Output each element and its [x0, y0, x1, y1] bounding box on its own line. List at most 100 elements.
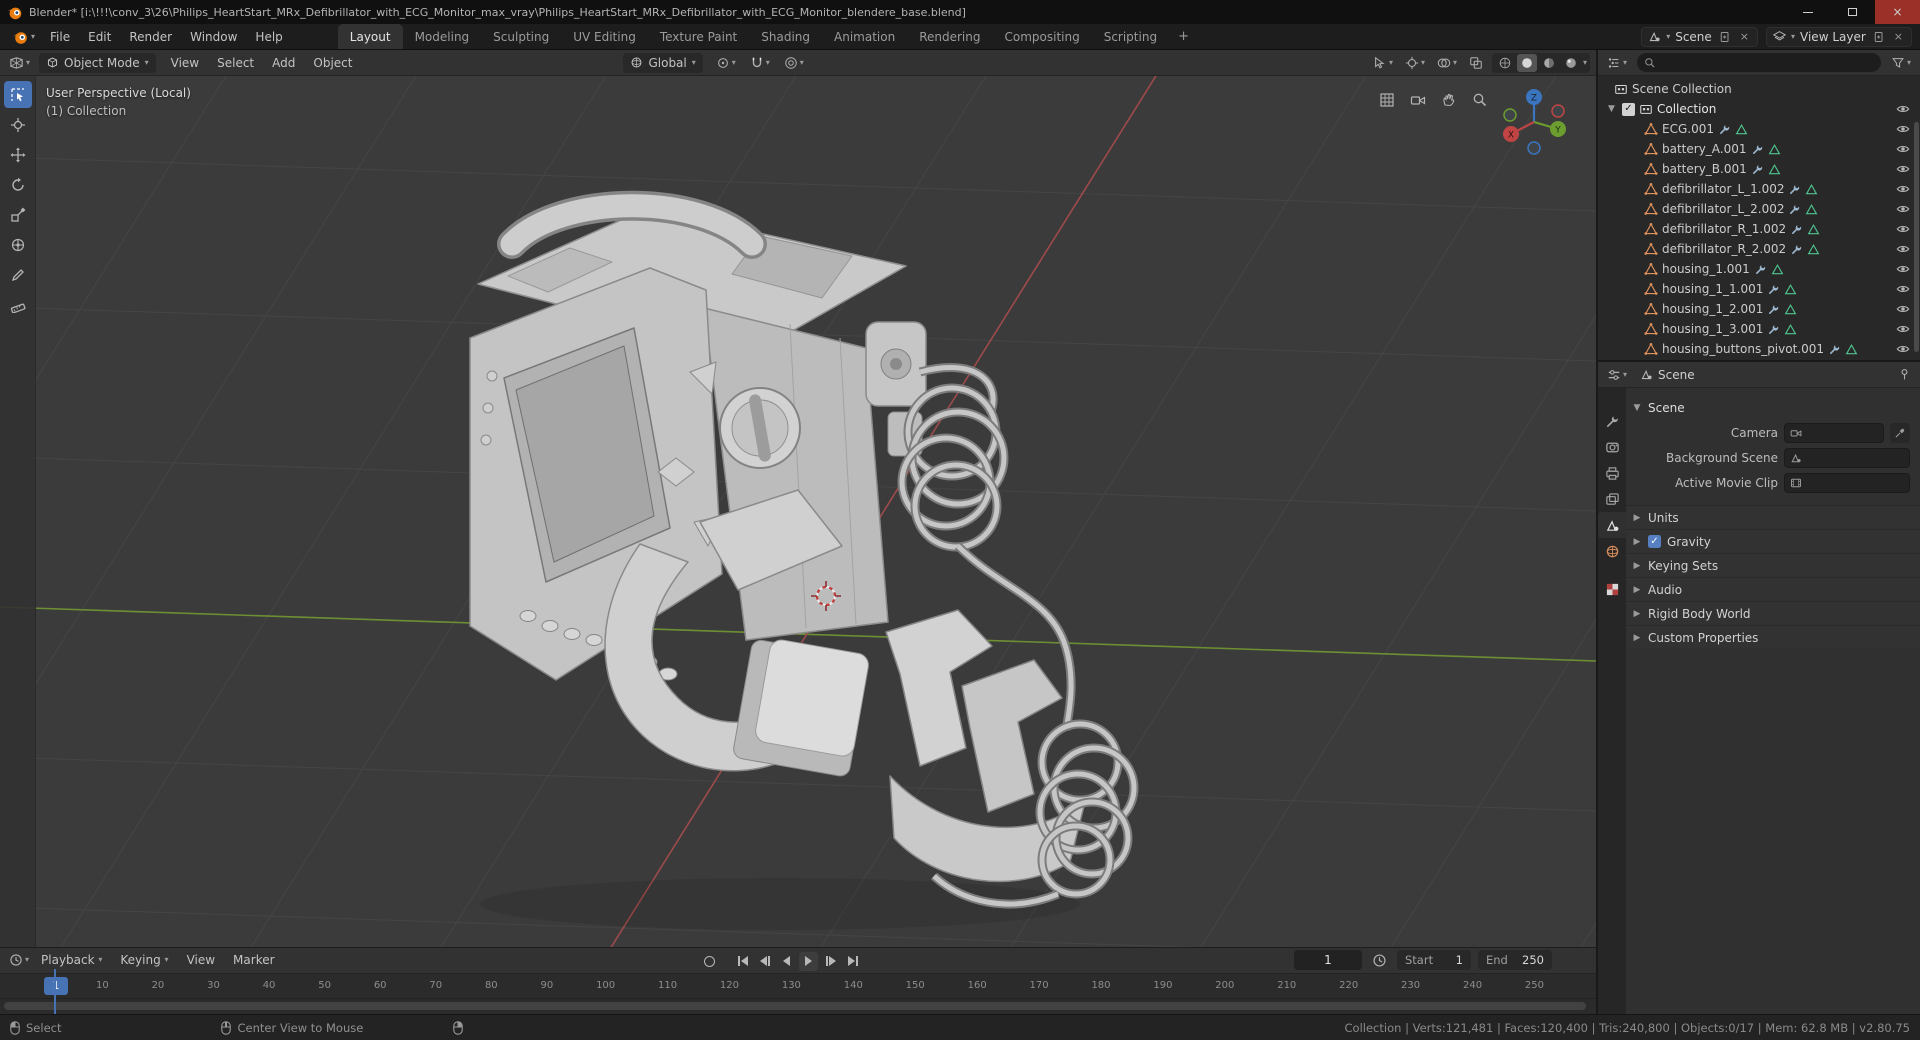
topbar-menu-item[interactable]: Window — [181, 24, 246, 49]
tool-rotate[interactable] — [4, 171, 32, 198]
pin-id-button[interactable] — [1895, 366, 1914, 383]
frame-end-field[interactable]: End 250 — [1478, 950, 1552, 971]
pan-view-button[interactable] — [1437, 88, 1461, 112]
outliner-object-row[interactable]: housing_1_3.001 — [1598, 319, 1920, 339]
scene-panel-header[interactable]: ▼ Scene — [1632, 396, 1910, 420]
unlink-scene-button[interactable]: × — [1738, 30, 1751, 43]
pivot-point-dropdown[interactable]: ▾ — [713, 54, 739, 72]
editor-type-button[interactable]: ▾ — [6, 53, 33, 72]
tool-scale[interactable] — [4, 201, 32, 228]
panel-units[interactable]: ▶ Units — [1626, 505, 1920, 529]
outliner-collection-row[interactable]: ▼ ✓ Collection — [1598, 99, 1920, 119]
gizmo-neg-y-ball[interactable] — [1503, 108, 1517, 122]
use-preview-range-toggle[interactable] — [1369, 951, 1390, 970]
eye-icon[interactable] — [1896, 122, 1910, 136]
playhead[interactable]: 1 — [44, 976, 68, 995]
outliner-object-row[interactable]: battery_A.001 — [1598, 139, 1920, 159]
viewport-menu-item[interactable]: View — [162, 56, 208, 70]
eye-icon[interactable] — [1896, 322, 1910, 336]
snap-toggle-button[interactable]: ▾ — [747, 54, 773, 72]
tool-measure[interactable] — [4, 291, 32, 318]
remove-view-layer-button[interactable]: × — [1892, 30, 1905, 43]
eyedropper-button[interactable] — [1890, 422, 1910, 443]
workspace-tab[interactable]: Scripting — [1092, 24, 1169, 49]
tool-move[interactable] — [4, 141, 32, 168]
panel-audio[interactable]: ▶ Audio — [1626, 577, 1920, 601]
outliner-editor-type-button[interactable]: ▾ — [1604, 54, 1630, 72]
viewport-menu-item[interactable]: Add — [263, 56, 304, 70]
outliner-object-row[interactable]: defibrillator_R_2.002 — [1598, 239, 1920, 259]
outliner-object-row[interactable]: defibrillator_R_1.002 — [1598, 219, 1920, 239]
viewport-3d[interactable]: User Perspective (Local) (1) Collection — [0, 76, 1596, 947]
topbar-menu-item[interactable]: File — [41, 24, 79, 49]
timeline-ruler[interactable]: 10 20 30 40 50 60 70 80 90 100 110 120 130 140 150 160 1… — [0, 973, 1596, 1000]
outliner-scrollbar[interactable] — [1914, 122, 1919, 352]
workspace-tab[interactable]: Sculpting — [481, 24, 561, 49]
gravity-checkbox[interactable]: ✓ — [1648, 535, 1661, 548]
workspace-tab[interactable]: Animation — [822, 24, 907, 49]
frame-start-field[interactable]: Start 1 — [1397, 950, 1471, 971]
outliner-search-input[interactable] — [1637, 53, 1881, 72]
gizmo-neg-z-ball[interactable] — [1527, 141, 1541, 155]
eye-icon[interactable] — [1896, 342, 1910, 356]
timeline-menu-playback[interactable]: Playback ▾ — [32, 953, 111, 967]
next-keyframe-button[interactable] — [821, 952, 840, 971]
gizmo-neg-x-ball[interactable] — [1551, 104, 1565, 118]
outliner-object-row[interactable]: housing_1_1.001 — [1598, 279, 1920, 299]
navigation-gizmo[interactable]: Z Y X — [1496, 84, 1572, 160]
outliner-object-row[interactable]: ECG.001 — [1598, 119, 1920, 139]
topbar-menu-item[interactable]: Render — [120, 24, 181, 49]
overlays-toggle[interactable]: ▾ — [1434, 54, 1460, 72]
view-layer-selector[interactable]: ▾ View Layer × — [1766, 26, 1912, 47]
outliner-object-row[interactable]: defibrillator_L_2.002 — [1598, 199, 1920, 219]
play-button[interactable] — [799, 951, 818, 971]
eye-icon[interactable] — [1896, 182, 1910, 196]
eye-icon[interactable] — [1896, 302, 1910, 316]
eye-icon[interactable] — [1896, 162, 1910, 176]
panel-rigid-body-world[interactable]: ▶ Rigid Body World — [1626, 601, 1920, 625]
timeline-menu-keying[interactable]: Keying ▾ — [111, 953, 177, 967]
camera-field[interactable] — [1784, 422, 1884, 443]
outliner-filter-button[interactable]: ▾ — [1888, 54, 1914, 72]
play-reverse-button[interactable] — [777, 952, 796, 971]
tool-annotate[interactable] — [4, 261, 32, 288]
workspace-tab[interactable]: Rendering — [907, 24, 992, 49]
timeline-horizontal-scrollbar[interactable] — [4, 1002, 1586, 1011]
scene-selector[interactable]: ▾ Scene × — [1641, 26, 1759, 47]
eye-icon[interactable] — [1896, 242, 1910, 256]
transform-orientation-dropdown[interactable]: Global ▾ — [623, 52, 703, 73]
shading-rendered-button[interactable] — [1561, 54, 1581, 72]
camera-view-button[interactable] — [1406, 88, 1430, 112]
background-scene-field[interactable] — [1784, 447, 1910, 468]
jump-to-end-button[interactable] — [843, 952, 862, 971]
tool-select-box[interactable] — [3, 81, 32, 108]
auto-keying-toggle[interactable] — [700, 952, 719, 971]
viewport-menu-item[interactable]: Select — [208, 56, 263, 70]
topbar-menu-item[interactable]: Help — [246, 24, 291, 49]
timeline-editor-type-button[interactable]: ▾ — [6, 951, 32, 969]
prev-keyframe-button[interactable] — [755, 952, 774, 971]
topbar-menu-item[interactable]: Edit — [79, 24, 120, 49]
tab-texture-properties[interactable] — [1598, 576, 1626, 602]
tool-cursor[interactable] — [4, 111, 32, 138]
shading-dropdown-icon[interactable]: ▾ — [1583, 58, 1587, 67]
collection-expand-arrow[interactable]: ▼ — [1608, 104, 1618, 114]
workspace-tab[interactable]: Modeling — [403, 24, 482, 49]
panel-custom-properties[interactable]: ▶ Custom Properties — [1626, 625, 1920, 649]
panel-gravity[interactable]: ▶ ✓ Gravity — [1626, 529, 1920, 553]
panel-keying-sets[interactable]: ▶ Keying Sets — [1626, 553, 1920, 577]
outliner-object-row[interactable]: battery_B.001 — [1598, 159, 1920, 179]
tool-transform[interactable] — [4, 231, 32, 258]
add-workspace-button[interactable]: + — [1169, 24, 1198, 49]
eye-icon[interactable] — [1896, 222, 1910, 236]
zoom-view-button[interactable] — [1468, 88, 1492, 112]
xray-toggle[interactable] — [1466, 54, 1486, 72]
properties-editor-type-button[interactable]: ▾ — [1604, 366, 1630, 384]
shading-wireframe-button[interactable] — [1495, 54, 1515, 72]
mode-dropdown[interactable]: Object Mode ▾ — [39, 52, 156, 73]
eye-icon[interactable] — [1896, 142, 1910, 156]
workspace-tab[interactable]: Layout — [337, 24, 403, 49]
workspace-tab[interactable]: Shading — [749, 24, 822, 49]
outliner-object-row[interactable]: housing_1_2.001 — [1598, 299, 1920, 319]
viewport-canvas[interactable] — [0, 76, 1596, 947]
